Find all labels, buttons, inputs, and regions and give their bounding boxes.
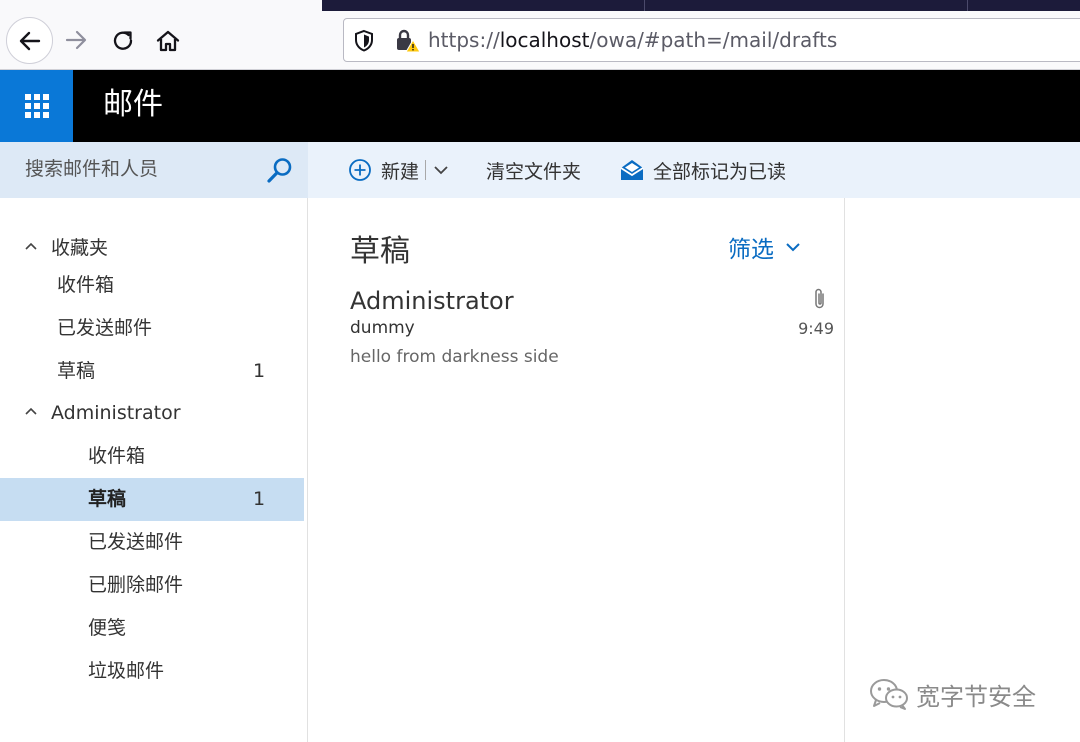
tab-separator <box>644 0 645 11</box>
waffle-icon <box>24 93 50 119</box>
folder-item-junk[interactable]: 垃圾邮件 <box>0 650 304 693</box>
filter-label: 筛选 <box>728 237 774 263</box>
message-sender: Administrator <box>350 287 514 315</box>
folder-item-deleted[interactable]: 已删除邮件 <box>0 564 304 607</box>
back-arrow-icon <box>17 28 43 54</box>
empty-folder-button[interactable]: 清空文件夹 <box>486 142 581 198</box>
account-header-label: Administrator <box>51 402 181 424</box>
folder-pane: 收藏夹 收件箱 已发送邮件 草稿 1 Administrator 收件箱 草稿 … <box>0 198 308 742</box>
plus-circle-icon <box>348 158 372 182</box>
chevron-up-icon[interactable] <box>24 404 38 418</box>
paperclip-icon <box>813 287 827 311</box>
favorites-header-label: 收藏夹 <box>51 237 109 259</box>
search-input[interactable]: 搜索邮件和人员 <box>0 142 308 198</box>
mark-all-read-label: 全部标记为已读 <box>653 160 787 183</box>
watermark-text: 宽字节安全 <box>916 682 1036 711</box>
app-header: 邮件 <box>0 70 1080 142</box>
message-subject: dummy <box>350 318 415 338</box>
folder-label: 已删除邮件 <box>88 574 184 596</box>
folder-item-notes[interactable]: 便笺 <box>0 607 304 650</box>
folder-item-favorites-sent[interactable]: 已发送邮件 <box>0 307 304 350</box>
url-path: /owa/#path=/mail/drafts <box>589 28 838 52</box>
forward-arrow-icon <box>63 27 89 53</box>
mark-all-read-button[interactable]: 全部标记为已读 <box>620 142 786 198</box>
filter-button[interactable]: 筛选 <box>728 230 800 264</box>
home-button[interactable] <box>150 23 186 59</box>
message-list-item[interactable]: Administrator dummy 9:49 hello from dark… <box>308 282 845 374</box>
open-envelope-icon <box>620 159 644 181</box>
folder-unread-count: 1 <box>253 488 266 510</box>
home-icon <box>155 28 181 54</box>
folder-label: 垃圾邮件 <box>88 660 165 682</box>
search-placeholder: 搜索邮件和人员 <box>25 158 159 180</box>
browser-toolbar: https://localhost/owa/#path=/mail/drafts <box>0 0 1080 70</box>
chevron-up-icon[interactable] <box>24 239 38 253</box>
reload-icon <box>110 28 136 54</box>
folder-item-sent[interactable]: 已发送邮件 <box>0 521 304 564</box>
message-time: 9:49 <box>798 319 834 338</box>
tab-strip <box>322 0 1080 11</box>
back-button[interactable] <box>6 17 53 64</box>
shield-icon[interactable] <box>353 29 375 53</box>
reading-pane <box>845 198 1080 742</box>
folder-item-inbox[interactable]: 收件箱 <box>0 435 304 478</box>
folder-label: 便笺 <box>88 617 127 639</box>
chevron-down-icon <box>786 242 800 252</box>
folder-label: 已发送邮件 <box>57 317 153 339</box>
account-header[interactable]: Administrator <box>0 392 304 435</box>
divider <box>425 160 427 180</box>
message-preview: hello from darkness side <box>350 347 559 367</box>
command-toolbar: 新建 清空文件夹 全部标记为已读 <box>308 142 1080 198</box>
folder-item-drafts[interactable]: 草稿 1 <box>0 478 304 521</box>
folder-label: 收件箱 <box>57 274 115 296</box>
folder-item-favorites-drafts[interactable]: 草稿 1 <box>0 350 304 393</box>
url-prefix: https:// <box>428 28 500 52</box>
new-message-button[interactable]: 新建 <box>348 142 448 198</box>
forward-button[interactable] <box>60 24 92 56</box>
folder-label: 草稿 <box>57 360 96 382</box>
address-bar[interactable]: https://localhost/owa/#path=/mail/drafts <box>343 18 1080 62</box>
app-launcher-button[interactable] <box>0 70 73 142</box>
tab-separator <box>967 0 968 11</box>
watermark: 宽字节安全 <box>868 676 1036 712</box>
empty-folder-label: 清空文件夹 <box>486 160 582 183</box>
search-icon[interactable] <box>266 156 294 184</box>
url-host: localhost <box>499 28 590 52</box>
reload-button[interactable] <box>106 24 140 58</box>
message-list-pane: 草稿 筛选 Administrator dummy 9:49 hello fro… <box>308 198 845 742</box>
wechat-icon <box>868 677 910 711</box>
chevron-down-icon[interactable] <box>434 165 448 175</box>
list-title: 草稿 <box>350 234 410 269</box>
insecure-lock-icon[interactable] <box>394 28 422 54</box>
folder-unread-count: 1 <box>253 360 266 382</box>
app-title: 邮件 <box>103 87 163 122</box>
new-label: 新建 <box>381 160 420 183</box>
folder-label: 已发送邮件 <box>88 531 184 553</box>
folder-item-favorites-inbox[interactable]: 收件箱 <box>0 264 304 307</box>
folder-label: 草稿 <box>88 488 127 510</box>
url-text[interactable]: https://localhost/owa/#path=/mail/drafts <box>428 27 837 53</box>
folder-label: 收件箱 <box>88 445 146 467</box>
